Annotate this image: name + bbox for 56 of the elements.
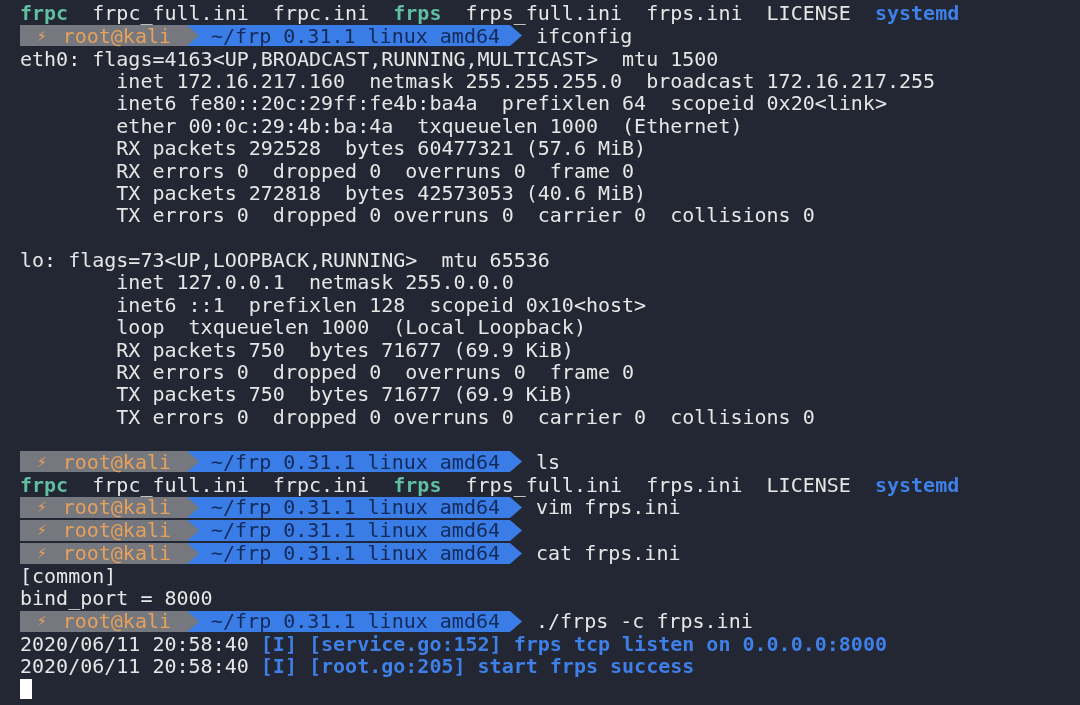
output-text: 2020/06/11 20:58:40 <box>20 633 249 654</box>
output-text: inet 127.0.0.1 netmask 255.0.0.0 <box>116 272 514 293</box>
output-text: eth0: flags=4163<UP,BROADCAST,RUNNING,MULTICAST> mtu 1500 <box>20 48 719 69</box>
prompt-user: root@kali <box>62 543 171 564</box>
directory-name: systemd <box>874 3 960 24</box>
command-text: cat frps.ini <box>536 543 681 564</box>
prompt-user: root@kali <box>62 451 171 472</box>
segment-arrow-tip <box>510 496 522 518</box>
executable-name: frpc <box>20 3 69 24</box>
output-text: TX packets 750 bytes 71677 (69.9 KiB) <box>115 384 574 405</box>
output-text: inet6 fe80::20c:29ff:fe4b:ba4a prefixlen 64 scopeid 0x20<link> <box>115 93 887 114</box>
log-message: [I] [root.go:205] start frps success <box>260 656 695 677</box>
segment-arrow-tip <box>510 25 522 47</box>
output-text: frps_full.ini frps.ini LICENSE <box>464 3 852 24</box>
prompt-symbol: ⚡ <box>37 613 47 630</box>
prompt-user: root@kali <box>62 611 171 632</box>
output-text: 2020/06/11 20:58:40 <box>20 656 250 677</box>
output-text: ether 00:0c:29:4b:ba:4a txqueuelen 1000 (Ethernet) <box>115 115 743 136</box>
command-text: ./frps -c frps.ini <box>536 611 753 632</box>
output-text: bind_port = 8000 <box>20 588 213 609</box>
prompt-symbol: ⚡ <box>37 545 47 562</box>
command-text: vim frps.ini <box>536 497 681 518</box>
segment-arrow-tip <box>510 451 522 473</box>
executable-name: frps <box>393 3 442 24</box>
output-text: frps_full.ini frps.ini LICENSE <box>465 474 852 495</box>
directory-name: systemd <box>874 474 960 495</box>
output-text: TX packets 272818 bytes 42573053 (40.6 MiB) <box>115 182 647 203</box>
output-text: RX packets 292528 bytes 60477321 (57.6 MiB) <box>115 138 647 159</box>
log-message: [I] [service.go:152] frps tcp listen on 0.0.0.0:8000 <box>260 633 887 654</box>
executable-name: frpc <box>20 474 69 495</box>
output-text: TX errors 0 dropped 0 overruns 0 carrier 0 collisions 0 <box>115 406 815 427</box>
segment-arrow-tip <box>510 610 522 632</box>
prompt-symbol: ⚡ <box>37 499 47 516</box>
prompt-user: root@kali <box>62 497 171 518</box>
prompt-symbol: ⚡ <box>37 453 47 470</box>
output-text: [common] <box>20 566 117 586</box>
output-text: TX errors 0 dropped 0 overruns 0 carrier 0 collisions 0 <box>115 205 815 226</box>
prompt-symbol: ⚡ <box>37 27 47 44</box>
prompt-user: root@kali <box>62 520 171 541</box>
output-text: RX errors 0 dropped 0 overruns 0 frame 0 <box>115 362 635 383</box>
output-text: frpc_full.ini frpc.ini <box>91 3 371 24</box>
output-text: frpc_full.ini frpc.ini <box>92 474 370 495</box>
output-text: RX errors 0 dropped 0 overruns 0 frame 0 <box>115 160 635 181</box>
output-text: lo: flags=73<UP,LOOPBACK,RUNNING> mtu 65536 <box>20 250 550 271</box>
segment-arrow-tip <box>510 542 522 564</box>
command-text: ls <box>536 451 561 472</box>
segment-arrow-tip <box>510 519 522 541</box>
output-text: loop txqueuelen 1000 (Local Loopback) <box>115 317 586 338</box>
prompt-symbol: ⚡ <box>37 522 47 539</box>
prompt-user: root@kali <box>62 25 171 46</box>
output-text: inet6 ::1 prefixlen 128 scopeid 0x10<host> <box>115 294 647 315</box>
output-text: RX packets 750 bytes 71677 (69.9 KiB) <box>115 339 574 360</box>
executable-name: frps <box>393 474 442 495</box>
output-text: inet 172.16.217.160 netmask 255.255.255.0 broadcast 172.16.217.255 <box>116 70 936 91</box>
command-text: ifconfig <box>536 25 633 46</box>
text-cursor <box>20 678 32 699</box>
